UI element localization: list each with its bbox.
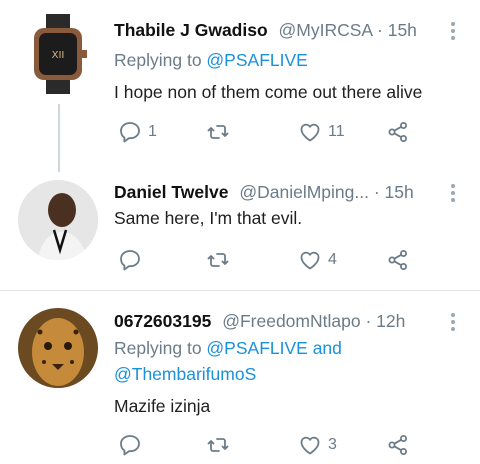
more-icon[interactable] bbox=[450, 22, 456, 40]
tweet-1[interactable]: XII Thabile J Gwadiso @MyIRCSA · 15h Rep… bbox=[0, 0, 480, 172]
timestamp: 12h bbox=[376, 311, 406, 331]
replying-to: Replying to @PSAFLIVE and bbox=[114, 336, 342, 360]
timestamp: 15h bbox=[384, 182, 414, 202]
share-icon bbox=[388, 435, 407, 455]
tweet-header: 0672603195 @FreedomNtlapo · 12h bbox=[114, 309, 480, 333]
replying-label: Replying to bbox=[114, 338, 207, 358]
share-button[interactable] bbox=[386, 118, 410, 146]
profile-photo bbox=[18, 180, 98, 260]
share-button[interactable] bbox=[386, 431, 410, 459]
mention-link[interactable]: @PSAFLIVE bbox=[206, 50, 307, 70]
display-name[interactable]: Thabile J Gwadiso bbox=[114, 20, 268, 40]
like-icon bbox=[300, 123, 320, 142]
like-count: 11 bbox=[328, 123, 345, 140]
reply-icon bbox=[120, 435, 140, 456]
retweet-button[interactable] bbox=[206, 246, 236, 274]
handle[interactable]: @FreedomNtlapo bbox=[222, 311, 360, 331]
action-bar: 4 bbox=[114, 246, 434, 274]
handle[interactable]: @MyIRCSA bbox=[279, 20, 373, 40]
watch-image: XII bbox=[34, 14, 87, 94]
tweet-text: I hope non of them come out there alive bbox=[114, 82, 423, 102]
like-icon bbox=[300, 436, 320, 455]
replying-to-cont: @ThembarifumoS bbox=[114, 362, 256, 386]
display-name[interactable]: 0672603195 bbox=[114, 311, 211, 331]
like-button[interactable]: 4 bbox=[298, 246, 337, 274]
mention-link[interactable]: @PSAFLIVE and bbox=[206, 338, 341, 358]
tweet-text: Same here, I'm that evil. bbox=[114, 208, 303, 228]
avatar-daniel[interactable] bbox=[18, 180, 98, 260]
share-icon bbox=[388, 122, 407, 142]
action-bar: 3 bbox=[114, 431, 434, 459]
timestamp: 15h bbox=[387, 20, 417, 40]
avatar-leopard[interactable] bbox=[18, 308, 98, 388]
retweet-button[interactable] bbox=[206, 118, 236, 146]
avatar-watch[interactable]: XII bbox=[18, 14, 98, 94]
more-icon[interactable] bbox=[450, 313, 456, 331]
handle[interactable]: @DanielMping... bbox=[239, 182, 369, 202]
action-bar: 1 11 bbox=[114, 118, 434, 146]
svg-text:XII: XII bbox=[52, 50, 65, 61]
profile-photo bbox=[18, 308, 98, 388]
tweet-header: Daniel Twelve @DanielMping... · 15h bbox=[114, 180, 480, 204]
reply-count: 1 bbox=[148, 123, 157, 140]
retweet-button[interactable] bbox=[206, 431, 236, 459]
reply-button[interactable] bbox=[118, 246, 148, 274]
more-icon[interactable] bbox=[450, 184, 456, 202]
reply-icon bbox=[120, 122, 140, 143]
replying-label: Replying to bbox=[114, 50, 207, 70]
share-button[interactable] bbox=[386, 246, 410, 274]
reply-icon bbox=[120, 250, 140, 271]
tweet-3[interactable]: 0672603195 @FreedomNtlapo · 12h Replying… bbox=[0, 291, 480, 464]
thread-line bbox=[58, 104, 60, 172]
separator: · bbox=[368, 182, 385, 202]
tweet-text: Mazife izinja bbox=[114, 396, 211, 416]
like-count: 4 bbox=[328, 251, 337, 268]
display-name[interactable]: Daniel Twelve bbox=[114, 182, 228, 202]
replying-to: Replying to @PSAFLIVE bbox=[114, 48, 308, 72]
reply-button[interactable] bbox=[118, 431, 148, 459]
like-button[interactable]: 11 bbox=[298, 118, 345, 146]
separator: · bbox=[372, 20, 388, 40]
tweet-header: Thabile J Gwadiso @MyIRCSA · 15h bbox=[114, 18, 480, 42]
like-icon bbox=[300, 251, 320, 270]
retweet-icon bbox=[207, 253, 229, 267]
reply-button[interactable]: 1 bbox=[118, 118, 157, 146]
like-count: 3 bbox=[328, 436, 337, 453]
mention-link[interactable]: @ThembarifumoS bbox=[114, 364, 256, 384]
retweet-icon bbox=[207, 438, 229, 452]
tweet-2[interactable]: Daniel Twelve @DanielMping... · 15h Same… bbox=[0, 172, 480, 290]
separator: · bbox=[360, 311, 377, 331]
like-button[interactable]: 3 bbox=[298, 431, 337, 459]
share-icon bbox=[388, 250, 407, 270]
retweet-icon bbox=[207, 125, 229, 139]
